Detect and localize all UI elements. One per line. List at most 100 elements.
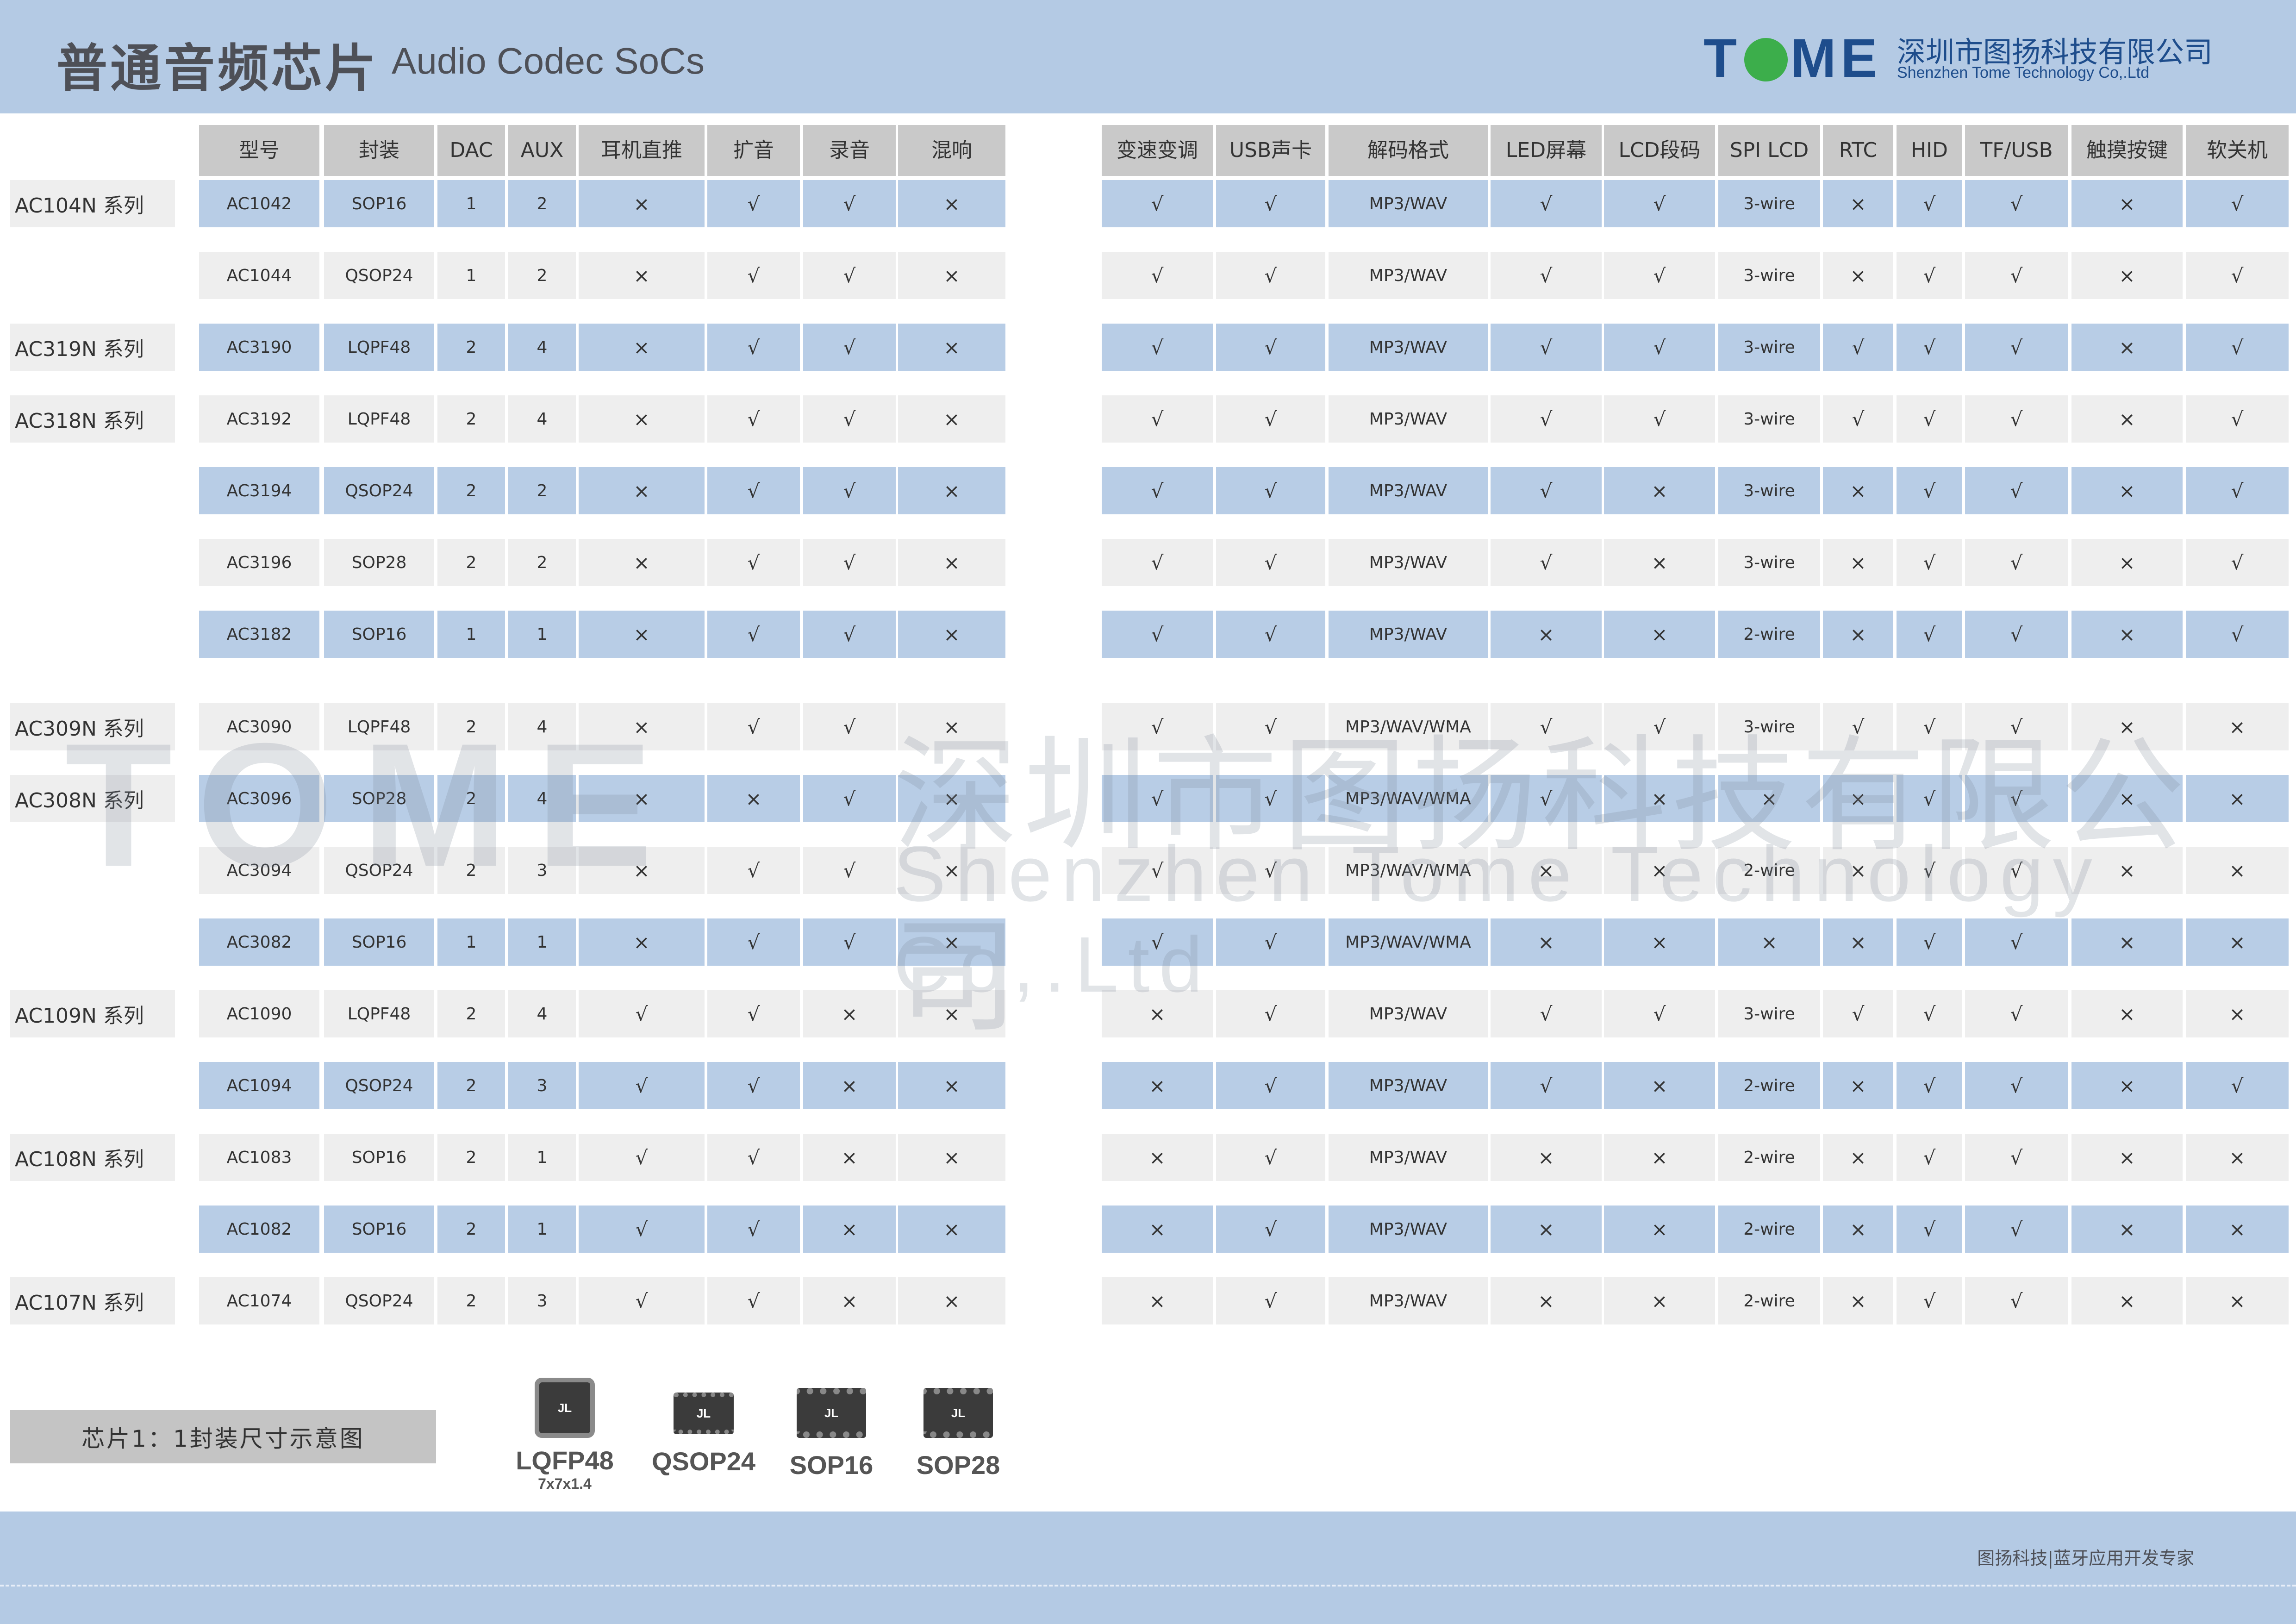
table-cell: × <box>1604 1062 1715 1109</box>
column-header: USB声卡 <box>1216 125 1325 176</box>
table-cell: AC3090 <box>199 703 319 750</box>
package-name: SOP28 <box>916 1450 1000 1480</box>
table-cell: AC1094 <box>199 1062 319 1109</box>
table-cell: AC3094 <box>199 847 319 894</box>
series-label: AC108N 系列 <box>10 1134 175 1181</box>
table-cell: √ <box>1491 775 1602 822</box>
table-cell: × <box>579 180 705 227</box>
table-cell: × <box>1604 611 1715 658</box>
series-label: AC104N 系列 <box>10 180 175 227</box>
package-name: SOP16 <box>789 1450 873 1480</box>
table-cell: QSOP24 <box>324 847 434 894</box>
table-cell: 1 <box>437 918 505 966</box>
table-cell: × <box>2071 1206 2183 1253</box>
table-cell: 3-wire <box>1718 990 1820 1037</box>
table-cell: × <box>898 324 1005 371</box>
table-cell: × <box>898 539 1005 586</box>
table-cell: × <box>1102 1062 1213 1109</box>
column-header: 变速变调 <box>1102 125 1213 176</box>
table-cell: AC3190 <box>199 324 319 371</box>
table-cell: √ <box>1216 395 1325 443</box>
table-cell: 4 <box>508 990 576 1037</box>
logo-text-right: ME <box>1791 28 1882 89</box>
table-cell: √ <box>1897 611 1962 658</box>
table-cell: √ <box>707 395 800 443</box>
table-cell: 2 <box>437 990 505 1037</box>
table-cell: × <box>898 1206 1005 1253</box>
table-cell: × <box>1823 775 1893 822</box>
table-cell: 4 <box>508 775 576 822</box>
table-cell: √ <box>1216 180 1325 227</box>
table-cell: × <box>1823 1134 1893 1181</box>
table-cell: × <box>898 1134 1005 1181</box>
table-cell: 2-wire <box>1718 847 1820 894</box>
table-cell: SOP16 <box>324 1206 434 1253</box>
table-cell: × <box>2186 703 2289 750</box>
table-cell: 3-wire <box>1718 180 1820 227</box>
table-cell: × <box>1604 467 1715 514</box>
footer-slogan: 图扬科技|蓝牙应用开发专家 <box>1977 1548 2194 1568</box>
table-cell: AC1042 <box>199 180 319 227</box>
table-cell: SOP28 <box>324 539 434 586</box>
table-cell: × <box>2071 611 2183 658</box>
table-cell: × <box>579 847 705 894</box>
company-logo: T ME <box>1703 27 1882 90</box>
table-cell: √ <box>707 1206 800 1253</box>
table-cell: × <box>1718 918 1820 966</box>
table-cell: × <box>803 1277 896 1324</box>
table-cell: √ <box>707 1134 800 1181</box>
table-cell: √ <box>1216 1134 1325 1181</box>
series-label: AC308N 系列 <box>10 775 175 822</box>
table-cell: × <box>1491 847 1602 894</box>
table-cell: √ <box>1491 703 1602 750</box>
table-cell: 2 <box>508 180 576 227</box>
table-cell: √ <box>1491 467 1602 514</box>
table-cell: × <box>898 395 1005 443</box>
table-cell: √ <box>1102 918 1213 966</box>
table-cell: × <box>898 1062 1005 1109</box>
table-cell: × <box>1102 1277 1213 1324</box>
table-cell: 2 <box>437 395 505 443</box>
table-cell: 2 <box>508 467 576 514</box>
table-cell: × <box>1823 539 1893 586</box>
table-cell: √ <box>579 990 705 1037</box>
table-cell: 4 <box>508 324 576 371</box>
column-header: 扩音 <box>707 125 800 176</box>
table-cell: × <box>2186 775 2289 822</box>
table-cell: MP3/WAV <box>1329 1134 1488 1181</box>
table-cell: × <box>898 180 1005 227</box>
table-cell: √ <box>1897 1062 1962 1109</box>
table-cell: QSOP24 <box>324 1062 434 1109</box>
table-cell: × <box>2071 395 2183 443</box>
table-cell: √ <box>1604 180 1715 227</box>
table-cell: √ <box>1897 775 1962 822</box>
table-cell: √ <box>707 324 800 371</box>
table-cell: √ <box>803 467 896 514</box>
table-cell: × <box>1604 1134 1715 1181</box>
table-cell: MP3/WAV <box>1329 539 1488 586</box>
table-cell: AC3182 <box>199 611 319 658</box>
table-cell: × <box>1604 775 1715 822</box>
package-sop28: JL SOP28 <box>898 1380 1018 1480</box>
table-cell: √ <box>2186 539 2289 586</box>
page-title: 普通音频芯片 <box>56 39 379 98</box>
table-cell: √ <box>1102 180 1213 227</box>
logo-text-left: T <box>1703 28 1742 89</box>
table-cell: × <box>2071 703 2183 750</box>
table-cell: × <box>2071 1062 2183 1109</box>
table-cell: √ <box>2186 395 2289 443</box>
table-cell: 3 <box>508 1062 576 1109</box>
table-cell: 2 <box>437 1134 505 1181</box>
table-cell: √ <box>1216 703 1325 750</box>
column-header: 录音 <box>803 125 896 176</box>
table-cell: √ <box>1965 918 2068 966</box>
table-cell: √ <box>1491 990 1602 1037</box>
table-cell: × <box>1823 847 1893 894</box>
table-cell: × <box>579 918 705 966</box>
table-cell: √ <box>1216 324 1325 371</box>
table-cell: √ <box>1216 847 1325 894</box>
table-cell: × <box>1491 1134 1602 1181</box>
table-cell: AC3192 <box>199 395 319 443</box>
table-cell: √ <box>1897 180 1962 227</box>
table-cell: AC3194 <box>199 467 319 514</box>
